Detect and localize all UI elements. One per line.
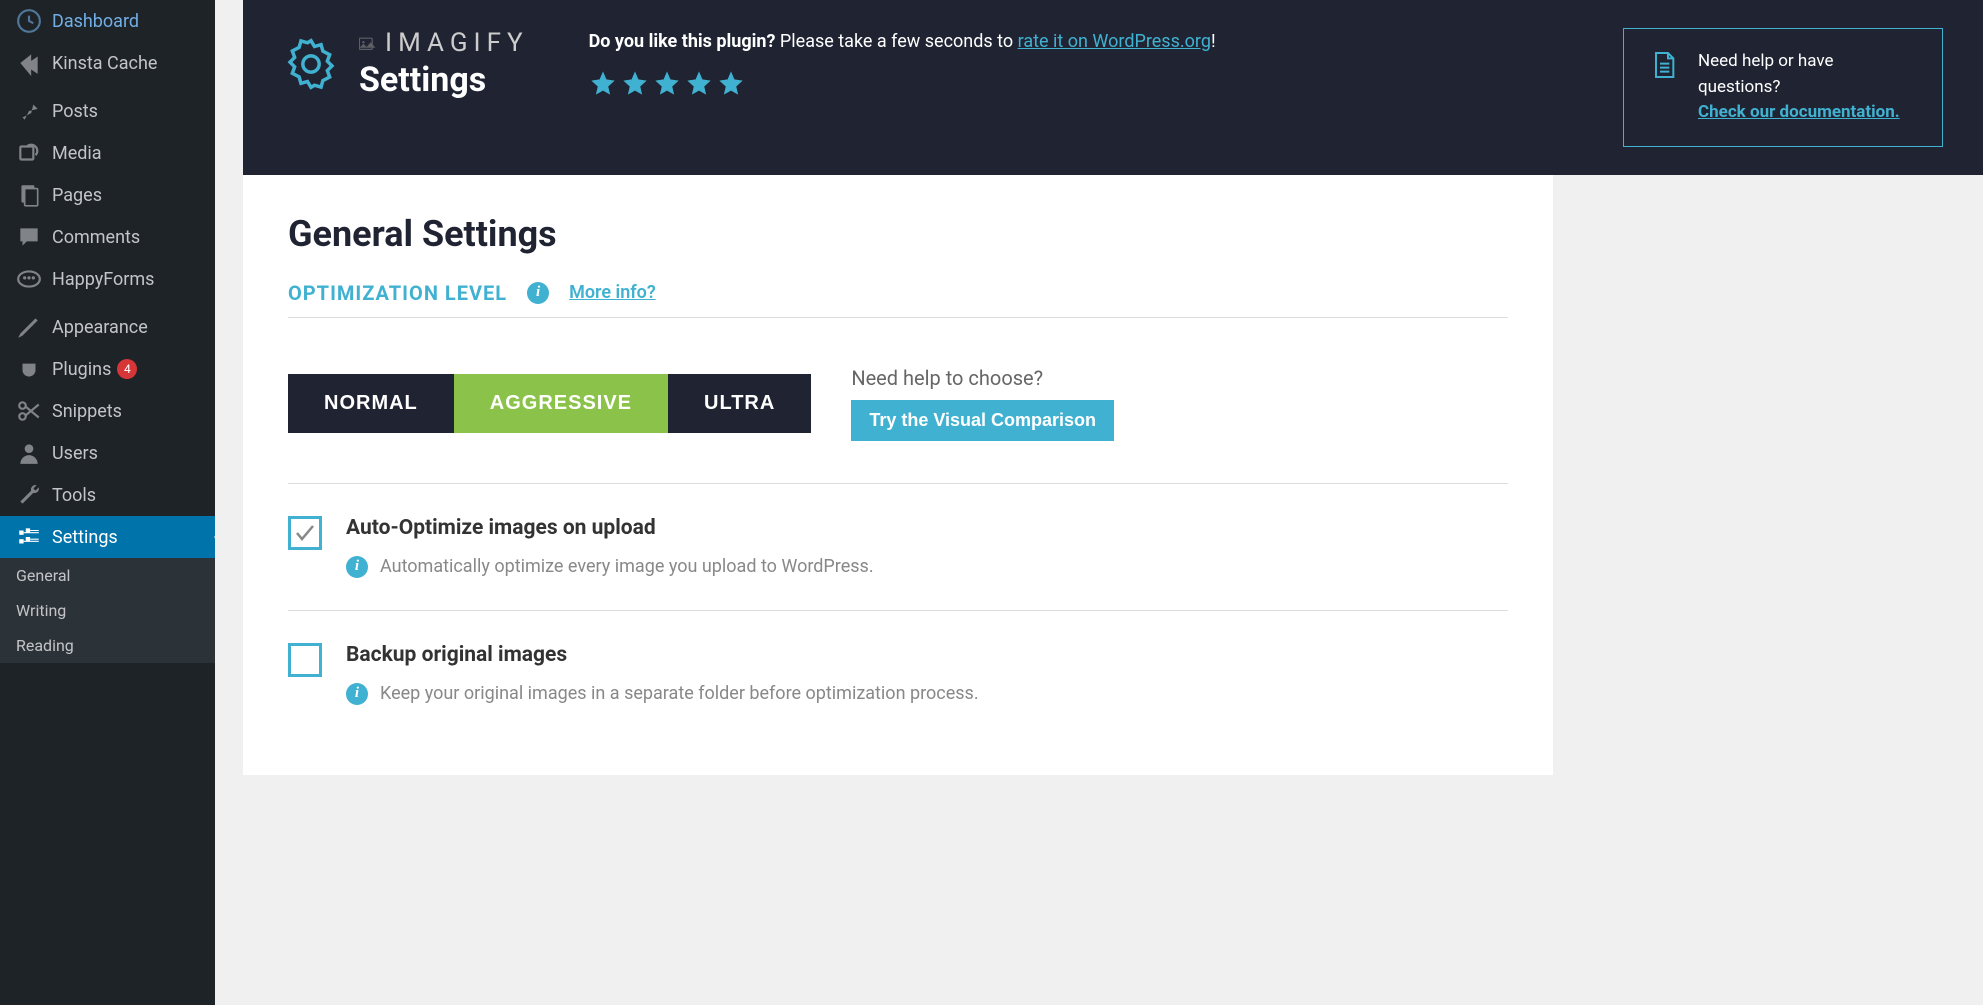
info-icon: i bbox=[346, 556, 368, 578]
pages-icon bbox=[16, 184, 42, 206]
star-icon bbox=[589, 69, 617, 97]
banner-logo: IMAGIFY Settings bbox=[283, 28, 529, 100]
sidebar-item-media[interactable]: Media bbox=[0, 132, 215, 174]
kinsta-icon bbox=[16, 52, 42, 74]
gear-icon bbox=[283, 36, 339, 92]
level-ultra-button[interactable]: ULTRA bbox=[668, 374, 811, 433]
rate-suffix: ! bbox=[1211, 31, 1216, 52]
sidebar-item-dashboard[interactable]: Dashboard bbox=[0, 0, 215, 42]
sidebar-item-label: Appearance bbox=[52, 317, 148, 338]
more-info-link[interactable]: More info? bbox=[569, 282, 656, 303]
settings-panel: General Settings OPTIMIZATION LEVEL i Mo… bbox=[243, 175, 1553, 775]
star-icon bbox=[653, 69, 681, 97]
info-icon: i bbox=[527, 282, 549, 304]
section-label: OPTIMIZATION LEVEL bbox=[288, 281, 507, 305]
star-icon bbox=[621, 69, 649, 97]
auto-optimize-checkbox[interactable] bbox=[288, 516, 322, 550]
sidebar-item-appearance[interactable]: Appearance bbox=[0, 306, 215, 348]
help-text: Need help or have questions? bbox=[1698, 49, 1918, 100]
tools-icon bbox=[16, 484, 42, 506]
main-content: IMAGIFY Settings Do you like this plugin… bbox=[215, 0, 1983, 1005]
sidebar-item-users[interactable]: Users bbox=[0, 432, 215, 474]
sidebar-item-label: Settings bbox=[52, 527, 118, 548]
rate-link[interactable]: rate it on WordPress.org bbox=[1018, 31, 1211, 52]
panel-title: General Settings bbox=[288, 213, 1508, 255]
brand-name: IMAGIFY bbox=[385, 28, 529, 58]
sidebar-item-plugins[interactable]: Plugins 4 bbox=[0, 348, 215, 390]
sidebar-item-label: Pages bbox=[52, 185, 102, 206]
info-icon: i bbox=[346, 683, 368, 705]
sidebar-item-pages[interactable]: Pages bbox=[0, 174, 215, 216]
document-icon bbox=[1648, 49, 1680, 81]
level-normal-button[interactable]: NORMAL bbox=[288, 374, 454, 433]
plugins-icon bbox=[16, 358, 42, 380]
submenu-writing[interactable]: Writing bbox=[0, 593, 215, 628]
sidebar-item-label: Kinsta Cache bbox=[52, 53, 157, 74]
rate-section: Do you like this plugin? Please take a f… bbox=[559, 28, 1593, 97]
media-icon bbox=[16, 142, 42, 164]
brand-subtitle: Settings bbox=[359, 60, 529, 100]
appearance-icon bbox=[16, 316, 42, 338]
snippets-icon bbox=[16, 400, 42, 422]
option-title: Auto-Optimize images on upload bbox=[346, 516, 1508, 540]
option-backup: Backup original images i Keep your origi… bbox=[288, 611, 1508, 737]
optimization-level-row: NORMAL AGGRESSIVE ULTRA Need help to cho… bbox=[288, 366, 1508, 484]
sidebar-item-label: Dashboard bbox=[52, 11, 139, 32]
option-title: Backup original images bbox=[346, 643, 1508, 667]
sidebar-item-comments[interactable]: Comments bbox=[0, 216, 215, 258]
sidebar-item-label: Posts bbox=[52, 101, 98, 122]
level-help: Need help to choose? Try the Visual Comp… bbox=[851, 366, 1114, 441]
help-box: Need help or have questions? Check our d… bbox=[1623, 28, 1943, 147]
sidebar-item-label: Tools bbox=[52, 485, 96, 506]
pin-icon bbox=[16, 100, 42, 122]
level-buttons: NORMAL AGGRESSIVE ULTRA bbox=[288, 374, 811, 433]
backup-checkbox[interactable] bbox=[288, 643, 322, 677]
sidebar-item-tools[interactable]: Tools bbox=[0, 474, 215, 516]
star-icon bbox=[717, 69, 745, 97]
sidebar-item-label: Media bbox=[52, 143, 102, 164]
option-desc: Automatically optimize every image you u… bbox=[380, 556, 874, 577]
submenu-general[interactable]: General bbox=[0, 558, 215, 593]
sidebar-item-happyforms[interactable]: HappyForms bbox=[0, 258, 215, 300]
visual-comparison-button[interactable]: Try the Visual Comparison bbox=[851, 400, 1114, 441]
star-icon bbox=[685, 69, 713, 97]
option-auto-optimize: Auto-Optimize images on upload i Automat… bbox=[288, 484, 1508, 611]
rate-prefix-bold: Do you like this plugin? bbox=[589, 31, 776, 52]
sidebar-item-label: Users bbox=[52, 443, 98, 464]
rating-stars[interactable] bbox=[589, 69, 1593, 97]
submenu-reading[interactable]: Reading bbox=[0, 628, 215, 663]
admin-sidebar: Dashboard Kinsta Cache Posts Media Pages… bbox=[0, 0, 215, 1005]
sidebar-item-label: Plugins bbox=[52, 359, 111, 380]
comments-icon bbox=[16, 226, 42, 248]
sidebar-item-label: Snippets bbox=[52, 401, 122, 422]
plugins-badge: 4 bbox=[117, 359, 137, 379]
sidebar-item-posts[interactable]: Posts bbox=[0, 90, 215, 132]
choose-help-text: Need help to choose? bbox=[851, 366, 1114, 390]
sidebar-item-label: HappyForms bbox=[52, 269, 154, 290]
sidebar-item-snippets[interactable]: Snippets bbox=[0, 390, 215, 432]
forms-icon bbox=[16, 268, 42, 290]
imagify-small-icon bbox=[359, 35, 379, 51]
section-header: OPTIMIZATION LEVEL i More info? bbox=[288, 281, 1508, 318]
settings-icon bbox=[16, 526, 42, 548]
dashboard-icon bbox=[16, 10, 42, 32]
sidebar-item-kinsta[interactable]: Kinsta Cache bbox=[0, 42, 215, 84]
rate-prefix: Please take a few seconds to bbox=[775, 31, 1017, 52]
sidebar-item-label: Comments bbox=[52, 227, 140, 248]
documentation-link[interactable]: Check our documentation. bbox=[1698, 102, 1900, 122]
level-aggressive-button[interactable]: AGGRESSIVE bbox=[454, 374, 668, 433]
settings-submenu: General Writing Reading bbox=[0, 558, 215, 663]
sidebar-item-settings[interactable]: Settings bbox=[0, 516, 215, 558]
plugin-banner: IMAGIFY Settings Do you like this plugin… bbox=[243, 0, 1983, 175]
users-icon bbox=[16, 442, 42, 464]
option-desc: Keep your original images in a separate … bbox=[380, 683, 979, 704]
